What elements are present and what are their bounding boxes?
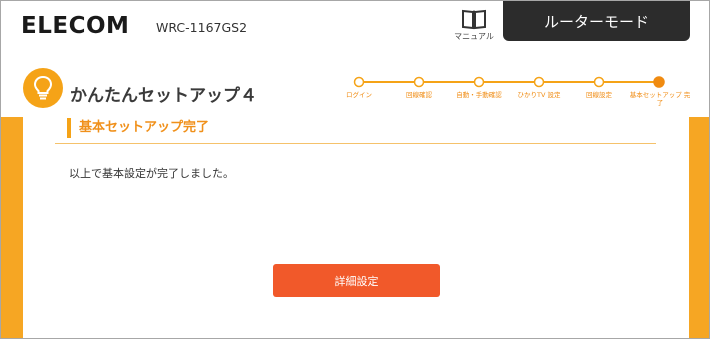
step-label-hikari-tv: ひかりTV 設定	[517, 91, 561, 99]
book-icon	[462, 9, 486, 30]
manual-label: マニュアル	[454, 32, 494, 41]
page-frame: ELECOM WRC-1167GS2 マニュアル ルーターモード かんたんセット…	[0, 0, 710, 339]
progress-stepper: ログイン 回線確認 自動・手動確認 ひかりTV 設定 回線設定 基本セットアップ…	[329, 75, 693, 115]
step-dot-3	[473, 76, 485, 88]
step-dot-4	[533, 76, 545, 88]
completion-message: 以上で基本設定が完了しました。	[69, 167, 234, 180]
section-divider	[55, 143, 656, 144]
step-label-basic-complete: 基本セットアップ 完了	[629, 91, 691, 107]
model-name: WRC-1167GS2	[156, 20, 248, 35]
step-label-auto-manual: 自動・手動確認	[456, 91, 502, 99]
detail-settings-button[interactable]: 詳細設定	[273, 264, 440, 297]
step-dot-5	[593, 76, 605, 88]
step-label-login: ログイン	[346, 91, 372, 99]
router-mode-tab[interactable]: ルーターモード	[503, 1, 690, 41]
manual-link[interactable]: マニュアル	[449, 8, 499, 42]
side-bar-right	[689, 117, 709, 338]
step-dot-6-current	[653, 76, 665, 88]
brand-logo: ELECOM	[21, 13, 130, 39]
step-label-line-check: 回線確認	[406, 91, 432, 99]
section-title: 基本セットアップ完了	[67, 118, 209, 138]
page-title: かんたんセットアップ４	[70, 86, 257, 106]
side-bar-left	[1, 117, 23, 338]
lightbulb-icon	[23, 68, 63, 108]
stepper-track	[353, 76, 665, 88]
step-dot-1	[353, 76, 365, 88]
step-dot-2	[413, 76, 425, 88]
step-label-line-settings: 回線設定	[586, 91, 612, 99]
